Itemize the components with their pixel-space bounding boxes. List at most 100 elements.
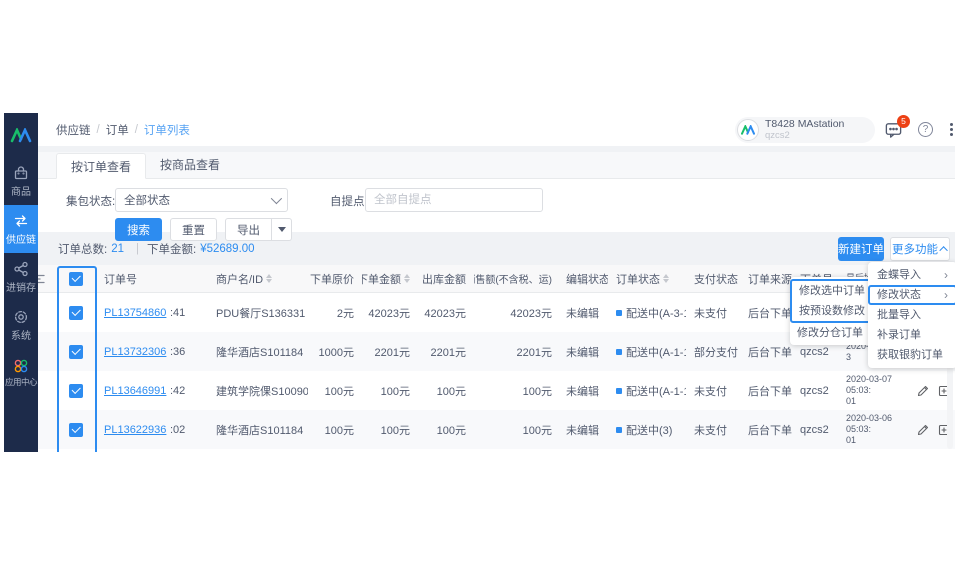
submenu-item-2[interactable]: 修改分仓订单 xyxy=(790,323,876,343)
gear-icon xyxy=(13,309,29,325)
row-checkbox[interactable] xyxy=(69,422,83,437)
new-order-button[interactable]: 新建订单 xyxy=(838,237,884,261)
menu-item-label: 获取银豹订单 xyxy=(877,349,943,361)
app-logo-icon xyxy=(4,113,38,157)
menu-item-label: 批量导入 xyxy=(877,309,921,321)
sales-cell: 2201元 xyxy=(516,346,552,359)
user-profile[interactable]: T8428 MAstation qzcs2 xyxy=(735,117,875,143)
breadcrumb-item-0[interactable]: 供应链 xyxy=(56,122,91,138)
order-time-partial: :36 xyxy=(170,345,186,358)
edit-icon[interactable] xyxy=(916,384,930,398)
tab-by-order[interactable]: 按订单查看 xyxy=(56,153,147,179)
sidebar-item-supply-chain[interactable]: 供应链 xyxy=(4,205,38,253)
status-dot xyxy=(616,309,622,316)
column-header-label: 下单金额 xyxy=(362,273,401,286)
summary-bar: 订单总数: 21 | 下单金额: ¥52689.00 新建订单 更多功能 xyxy=(38,232,955,265)
column-header-6[interactable]: 下单金额 xyxy=(362,265,418,292)
price-cell: 100元 xyxy=(324,385,354,398)
help-icon[interactable]: ? xyxy=(918,122,933,137)
more-functions-menu: 金蝶导入 › 修改状态 › 批量导入补录订单获取银豹订单 xyxy=(868,262,955,368)
breadcrumb-separator: / xyxy=(96,123,100,136)
kebab-menu-icon[interactable] xyxy=(944,121,955,138)
outbound-cell: 100元 xyxy=(436,424,466,437)
amount-cell: 2201元 xyxy=(374,346,410,359)
column-header-11: 支付状态 xyxy=(686,265,740,292)
sidebar-item-goods[interactable]: 商品 xyxy=(4,157,38,205)
sidebar-item-label: 供应链 xyxy=(6,234,36,246)
select-all-checkbox[interactable] xyxy=(69,271,83,286)
column-header-0 xyxy=(38,265,56,292)
merchant-cell: 隆华酒店S101184 xyxy=(216,424,304,437)
edit-icon[interactable] xyxy=(916,423,930,437)
pay-status-cell: 部分支付 xyxy=(694,346,738,359)
row-checkbox[interactable] xyxy=(69,344,83,359)
sidebar-item-system[interactable]: 系统 xyxy=(4,301,38,349)
sidebar-item-inventory[interactable]: 进销存 xyxy=(4,253,38,301)
breadcrumb: 供应链 / 订单 / 订单列表 xyxy=(56,113,190,146)
row-checkbox[interactable] xyxy=(69,305,83,320)
chevron-down-icon xyxy=(270,192,283,205)
menu-item-4[interactable]: 获取银豹订单 xyxy=(868,345,955,365)
menu-item-label: 修改状态 xyxy=(877,289,921,301)
column-header-3 xyxy=(168,265,208,292)
order-user-cell: qzcs2 xyxy=(800,384,829,397)
menu-item-1[interactable]: 修改状态 › xyxy=(868,285,955,305)
order-link[interactable]: PL13646991 xyxy=(104,385,166,397)
order-status-cell: 配送中(3) xyxy=(608,410,686,449)
modify-status-submenu: 修改选中订单 按预设数修改 修改分仓订单 xyxy=(790,277,876,345)
column-header-label: 编辑状态 xyxy=(566,273,608,286)
order-cell: PL13622936 xyxy=(96,410,168,449)
menu-item-2[interactable]: 批量导入 xyxy=(868,305,955,325)
submenu-item-0[interactable]: 修改选中订单 xyxy=(792,281,874,301)
sales-cell: 100元 xyxy=(522,385,552,398)
column-header-5: 下单原价 xyxy=(308,265,362,292)
tab-by-product[interactable]: 按商品查看 xyxy=(146,152,234,178)
order-link[interactable]: PL13622936 xyxy=(104,424,166,436)
column-header-10[interactable]: 订单状态 xyxy=(608,265,686,292)
row-leading-cell xyxy=(38,293,56,332)
more-functions-button[interactable]: 更多功能 xyxy=(890,237,950,261)
order-status-cell: 配送中(A-3-1) xyxy=(608,293,686,332)
order-amount-value: ¥52689.00 xyxy=(200,242,255,255)
order-time-partial: :41 xyxy=(170,306,186,319)
submenu-item-1[interactable]: 按预设数修改 xyxy=(792,301,874,321)
sidebar-item-label: 进销存 xyxy=(6,282,36,294)
order-link[interactable]: PL13754860 xyxy=(104,307,166,319)
message-count-badge: 5 xyxy=(897,115,910,128)
table-row-2: PL13646991:42 建筑学院倮S100901 100元 100元 100元 100… xyxy=(38,371,955,410)
sort-icon[interactable] xyxy=(266,274,273,283)
user-subtitle: qzcs2 xyxy=(765,129,790,141)
column-header-4[interactable]: 商户名/ID xyxy=(208,265,308,292)
order-link[interactable]: PL13732306 xyxy=(104,346,166,358)
menu-item-0[interactable]: 金蝶导入 › xyxy=(868,265,955,285)
sort-icon[interactable] xyxy=(663,274,669,283)
user-name: T8428 MAstation xyxy=(765,118,845,130)
filter-row: 集包状态: 全部状态 自提点: xyxy=(38,188,955,212)
breadcrumb-item-1[interactable]: 订单 xyxy=(106,122,129,138)
bag-icon xyxy=(13,165,29,181)
last-operate-time-cell: 2020-03-07 05:03: 01 xyxy=(846,374,893,406)
pay-status-cell: 未支付 xyxy=(694,385,727,398)
pay-status-cell: 未支付 xyxy=(694,307,727,320)
outbound-cell: 42023元 xyxy=(424,307,466,320)
outbound-cell: 2201元 xyxy=(430,346,466,359)
sidebar: 商品供应链进销存系统 应用中心 xyxy=(4,113,38,452)
order-source-cell: 后台下单 xyxy=(748,385,792,398)
sort-icon[interactable] xyxy=(404,274,410,283)
edit-status-cell: 未编辑 xyxy=(566,307,599,320)
status-dot xyxy=(616,426,622,433)
pickup-point-input[interactable] xyxy=(365,188,543,212)
order-user-cell: qzcs2 xyxy=(800,423,829,436)
package-status-select[interactable]: 全部状态 xyxy=(115,188,288,212)
messages-button[interactable]: 5 xyxy=(884,115,910,140)
summary-divider: | xyxy=(136,242,139,255)
menu-item-3[interactable]: 补录订单 xyxy=(868,325,955,345)
sidebar-item-app-center[interactable]: 应用中心 xyxy=(4,349,38,397)
list-icon xyxy=(38,272,45,286)
column-header-7: 出库金额 xyxy=(418,265,474,292)
row-checkbox[interactable] xyxy=(69,383,83,398)
order-amount-label: 下单金额: xyxy=(147,243,197,256)
column-header-8: 销售额(不含税、运) xyxy=(474,265,558,292)
menu-item-label: 补录订单 xyxy=(877,329,921,341)
select-all-header[interactable] xyxy=(56,265,96,292)
